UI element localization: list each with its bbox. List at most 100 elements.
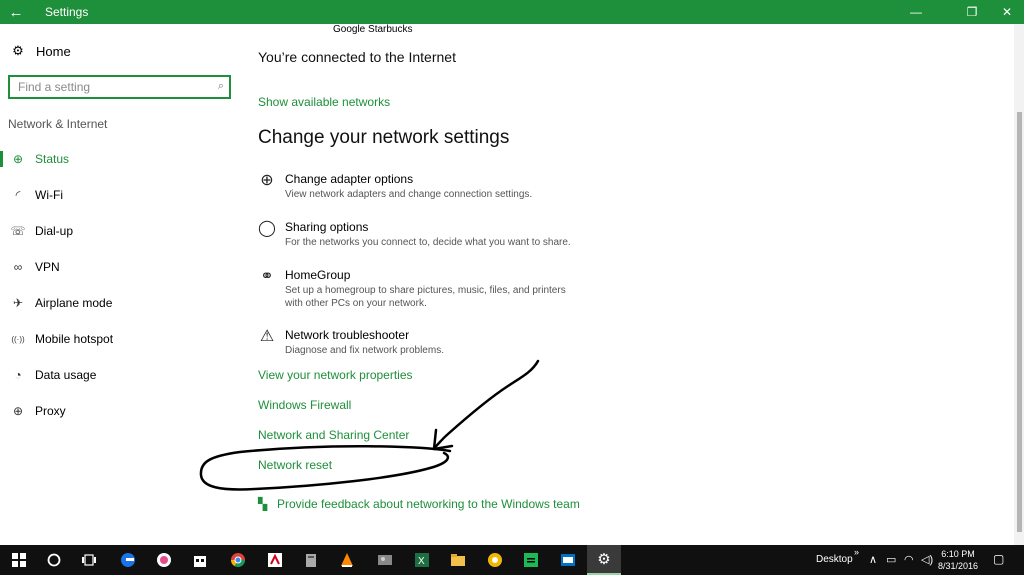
- taskbar-files[interactable]: [294, 545, 328, 575]
- option-description: Diagnose and fix network problems.: [285, 345, 444, 356]
- sidebar-item-status[interactable]: ⊕ Status: [0, 141, 240, 177]
- vlc-icon: [341, 553, 353, 567]
- excel-icon: X: [415, 553, 429, 567]
- sidebar: ⚙ Home ⌕ Network & Internet ⊕ Status ◜ W…: [0, 24, 240, 545]
- option-description: For the networks you connect to, decide …: [285, 237, 571, 248]
- sidebar-item-dial-up[interactable]: ☏ Dial-up: [0, 213, 240, 249]
- sidebar-item-mobile-hotspot[interactable]: ((·)) Mobile hotspot: [0, 321, 240, 357]
- norton-icon: [488, 553, 502, 567]
- sidebar-item-wifi[interactable]: ◜ Wi-Fi: [0, 177, 240, 213]
- search-box: ⌕: [8, 75, 231, 99]
- minimize-button[interactable]: —: [899, 0, 933, 24]
- network-reset-link[interactable]: Network reset: [258, 458, 332, 472]
- system-clock[interactable]: 6:10 PM 8/31/2016: [934, 548, 982, 572]
- spotify-icon: [524, 553, 538, 567]
- sidebar-item-label: Data usage: [35, 368, 97, 382]
- search-icon[interactable]: ⌕: [218, 80, 224, 93]
- toolbar-expand-icon[interactable]: »: [854, 547, 859, 557]
- feedback-label: Provide feedback about networking to the…: [277, 497, 580, 511]
- cortana-button[interactable]: [37, 545, 71, 575]
- taskbar-excel[interactable]: X: [405, 545, 439, 575]
- adapter-globe-icon: ⊕: [260, 172, 274, 189]
- cortana-icon: [47, 553, 61, 567]
- outlook-icon: [561, 554, 575, 566]
- taskbar-edge[interactable]: [111, 545, 145, 575]
- maximize-button[interactable]: ❐: [955, 0, 989, 24]
- scrollbar-thumb[interactable]: [1017, 112, 1022, 532]
- network-sharing-center-link[interactable]: Network and Sharing Center: [258, 428, 409, 442]
- folder-icon: [451, 554, 465, 566]
- taskbar: X ⚙ Desktop » ∧ ▭ ◠ ◁) 6:10 PM 8/31/2016…: [0, 545, 1024, 575]
- minimize-icon: —: [910, 5, 922, 19]
- task-view-button[interactable]: [72, 545, 106, 575]
- hotspot-icon: ((·)): [11, 334, 25, 344]
- sidebar-item-label: Proxy: [35, 404, 66, 418]
- taskbar-outlook[interactable]: [551, 545, 585, 575]
- show-available-networks-link[interactable]: Show available networks: [258, 95, 390, 109]
- start-button[interactable]: [2, 545, 36, 575]
- taskbar-spotify[interactable]: [514, 545, 548, 575]
- windows-firewall-link[interactable]: Windows Firewall: [258, 398, 351, 412]
- option-title: HomeGroup: [285, 268, 351, 282]
- battery-icon[interactable]: ▭: [886, 553, 896, 566]
- homegroup-option[interactable]: ⚭ HomeGroup Set up a homegroup to share …: [258, 268, 585, 310]
- home-nav-item[interactable]: ⚙ Home: [10, 43, 71, 59]
- clock-time: 6:10 PM: [941, 549, 975, 559]
- sharing-options[interactable]: ◯ Sharing options For the networks you c…: [258, 220, 585, 249]
- homegroup-icon: ⚭: [260, 268, 274, 285]
- sidebar-item-label: Airplane mode: [35, 296, 113, 310]
- feedback-icon: ▚: [258, 497, 268, 511]
- desktop-toolbar-label[interactable]: Desktop: [816, 554, 853, 565]
- sidebar-item-airplane-mode[interactable]: ✈ Airplane mode: [0, 285, 240, 321]
- view-network-properties-link[interactable]: View your network properties: [258, 368, 413, 382]
- taskbar-explorer[interactable]: [441, 545, 475, 575]
- action-center-icon[interactable]: ▢: [993, 552, 1004, 566]
- connection-status-text: You’re connected to the Internet: [258, 49, 456, 65]
- taskbar-vlc[interactable]: [330, 545, 364, 575]
- warning-icon: ⚠: [259, 328, 275, 345]
- clock-date: 8/31/2016: [937, 561, 979, 571]
- airplane-icon: ✈: [12, 296, 24, 310]
- taskbar-chrome[interactable]: [221, 545, 255, 575]
- itunes-icon: [157, 553, 171, 567]
- vpn-icon: ∞: [13, 260, 23, 274]
- sidebar-item-label: VPN: [35, 260, 60, 274]
- close-button[interactable]: ✕: [990, 0, 1024, 24]
- vertical-scrollbar[interactable]: [1014, 24, 1024, 545]
- network-name: Google Starbucks: [333, 24, 413, 35]
- show-hidden-icons-chevron-icon[interactable]: ∧: [869, 553, 877, 566]
- main-content: Google Starbucks You’re connected to the…: [258, 24, 998, 545]
- option-title: Sharing options: [285, 220, 369, 234]
- taskbar-norton[interactable]: [478, 545, 512, 575]
- sidebar-item-label: Wi-Fi: [35, 188, 63, 202]
- home-label: Home: [36, 43, 71, 59]
- taskbar-settings[interactable]: ⚙: [587, 545, 621, 575]
- sharing-icon: ◯: [258, 220, 276, 237]
- title-bar: ← Settings — ❐ ✕: [0, 0, 1024, 24]
- volume-icon[interactable]: ◁): [921, 553, 933, 566]
- taskbar-photos[interactable]: [368, 545, 402, 575]
- edge-icon: [121, 553, 135, 567]
- back-button[interactable]: ←: [0, 0, 32, 24]
- taskbar-itunes[interactable]: [147, 545, 181, 575]
- section-label: Network & Internet: [8, 117, 108, 131]
- wifi-tray-icon[interactable]: ◠: [904, 553, 914, 566]
- status-icon: ⊕: [12, 152, 24, 166]
- page-heading: Change your network settings: [258, 127, 510, 148]
- network-troubleshooter-option[interactable]: ⚠ Network troubleshooter Diagnose and fi…: [258, 328, 585, 357]
- feedback-link[interactable]: ▚ Provide feedback about networking to t…: [258, 497, 580, 511]
- sidebar-nav: ⊕ Status ◜ Wi-Fi ☏ Dial-up ∞ VPN ✈ Airpl…: [0, 141, 240, 429]
- sidebar-item-proxy[interactable]: ⊕ Proxy: [0, 393, 240, 429]
- option-description: Set up a homegroup to share pictures, mu…: [285, 285, 566, 309]
- svg-text:X: X: [418, 556, 425, 567]
- task-view-icon: [82, 554, 96, 566]
- search-input[interactable]: [10, 77, 200, 97]
- maximize-icon: ❐: [966, 5, 978, 19]
- taskbar-acrobat[interactable]: [258, 545, 292, 575]
- globe-icon: ⊕: [12, 404, 24, 418]
- taskbar-store[interactable]: [183, 545, 217, 575]
- store-icon: [194, 556, 206, 567]
- sidebar-item-data-usage[interactable]: ◔ Data usage: [0, 357, 240, 393]
- sidebar-item-vpn[interactable]: ∞ VPN: [0, 249, 240, 285]
- change-adapter-options[interactable]: ⊕ Change adapter options View network ad…: [258, 172, 585, 201]
